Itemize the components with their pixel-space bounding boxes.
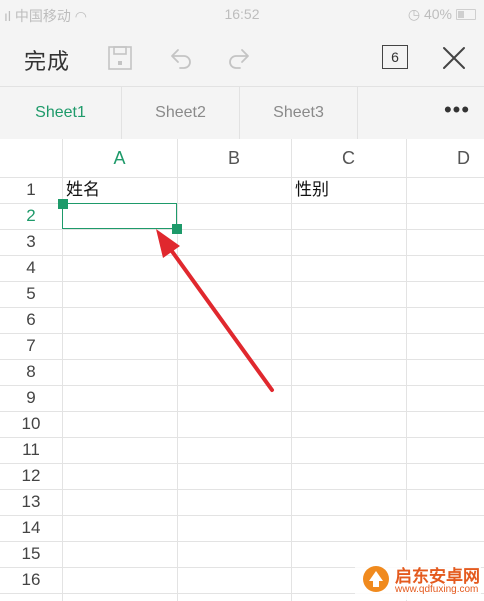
cell-c1[interactable]: 性别 xyxy=(291,177,406,203)
battery-icon xyxy=(456,9,476,20)
watermark: 启东安卓网 www.qdfuxing.com xyxy=(355,560,481,600)
watermark-logo-icon xyxy=(363,566,389,592)
tab-sheet3[interactable]: Sheet3 xyxy=(240,87,358,139)
grid-line xyxy=(0,307,484,308)
redo-icon[interactable] xyxy=(226,44,254,72)
row-header-12[interactable]: 12 xyxy=(0,463,62,489)
tab-sheet2[interactable]: Sheet2 xyxy=(122,87,240,139)
grid-line xyxy=(0,385,484,386)
sheet-tab-bar: Sheet1 Sheet2 Sheet3 ••• xyxy=(0,86,484,140)
row-header-10[interactable]: 10 xyxy=(0,411,62,437)
done-button[interactable]: 完成 xyxy=(24,44,70,76)
row-header-1[interactable]: 1 xyxy=(0,177,62,203)
row-header-2[interactable]: 2 xyxy=(0,203,62,229)
grid-line xyxy=(0,515,484,516)
row-header-14[interactable]: 14 xyxy=(0,515,62,541)
undo-icon[interactable] xyxy=(166,44,194,72)
spreadsheet-grid[interactable]: A B C D 1 2 3 4 5 6 7 8 9 10 11 12 13 14… xyxy=(0,139,484,601)
column-header-d[interactable]: D xyxy=(406,139,484,177)
row-header-3[interactable]: 3 xyxy=(0,229,62,255)
close-icon[interactable] xyxy=(440,44,468,72)
selected-cell-a2[interactable] xyxy=(62,203,177,229)
toolbar: 完成 xyxy=(0,30,484,86)
grid-line xyxy=(0,359,484,360)
row-header-5[interactable]: 5 xyxy=(0,281,62,307)
grid-line xyxy=(177,139,178,601)
grid-line xyxy=(0,437,484,438)
row-header-15[interactable]: 15 xyxy=(0,541,62,567)
battery-status: ◷ 40% xyxy=(408,6,476,23)
row-header-8[interactable]: 8 xyxy=(0,359,62,385)
grid-line xyxy=(406,139,407,601)
row-header-16[interactable]: 16 xyxy=(0,567,62,593)
row-header-13[interactable]: 13 xyxy=(0,489,62,515)
row-header-4[interactable]: 4 xyxy=(0,255,62,281)
tab-sheet1[interactable]: Sheet1 xyxy=(0,87,122,139)
selection-handle-bottom-right[interactable] xyxy=(172,224,182,234)
grid-line xyxy=(0,281,484,282)
status-bar: ıl 中国移动 ◠ 16:52 ◷ 40% xyxy=(0,0,484,30)
grid-line xyxy=(0,255,484,256)
watermark-url: www.qdfuxing.com xyxy=(395,584,479,595)
grid-line xyxy=(0,463,484,464)
grid-line xyxy=(0,411,484,412)
alarm-icon: ◷ xyxy=(407,6,424,22)
cell-a1[interactable]: 姓名 xyxy=(62,177,177,203)
grid-line xyxy=(0,229,484,230)
row-header-7[interactable]: 7 xyxy=(0,333,62,359)
grid-line xyxy=(291,139,292,601)
row-header-6[interactable]: 6 xyxy=(0,307,62,333)
tab-count-button[interactable]: 6 xyxy=(382,45,408,69)
grid-line xyxy=(0,333,484,334)
column-header-b[interactable]: B xyxy=(177,139,291,177)
more-options-button[interactable]: ••• xyxy=(430,87,484,139)
row-header-9[interactable]: 9 xyxy=(0,385,62,411)
save-icon[interactable] xyxy=(106,44,134,72)
column-header-a[interactable]: A xyxy=(62,139,177,177)
selection-handle-top-left[interactable] xyxy=(58,199,68,209)
grid-line xyxy=(0,489,484,490)
column-header-c[interactable]: C xyxy=(291,139,406,177)
grid-line xyxy=(0,541,484,542)
row-header-11[interactable]: 11 xyxy=(0,437,62,463)
